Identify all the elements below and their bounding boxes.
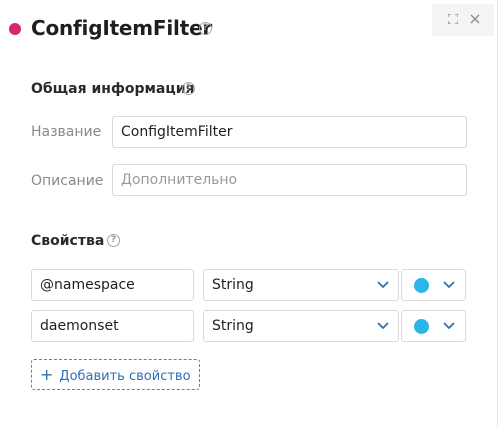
config-item-panel: ConfigItemFilter ? Общая информация ? На… <box>0 0 498 427</box>
chevron-down-icon <box>377 322 389 330</box>
property-type-value: String <box>212 318 254 334</box>
window-controls <box>432 4 494 36</box>
title-help-icon[interactable]: ? <box>199 22 212 35</box>
panel-header: ConfigItemFilter ? <box>0 0 498 58</box>
property-type-select[interactable]: String <box>203 310 399 342</box>
property-type-value: String <box>212 277 254 293</box>
properties-section-title: Свойства <box>31 233 105 249</box>
name-label: Название <box>31 124 102 140</box>
name-field[interactable] <box>112 116 467 148</box>
property-name-input[interactable]: @namespace <box>31 269 194 301</box>
description-field[interactable] <box>112 164 467 196</box>
properties-help-icon[interactable]: ? <box>107 234 120 247</box>
property-color-select[interactable] <box>401 310 466 342</box>
property-color-select[interactable] <box>401 269 466 301</box>
property-type-select[interactable]: String <box>203 269 399 301</box>
chevron-down-icon <box>443 322 455 330</box>
add-property-label: Добавить свойство <box>59 369 191 384</box>
plus-icon: + <box>40 365 54 384</box>
chevron-down-icon <box>377 281 389 289</box>
color-swatch <box>414 319 429 334</box>
general-section-title: Общая информация <box>31 81 195 97</box>
property-name-input[interactable]: daemonset <box>31 310 194 342</box>
general-help-icon[interactable]: ? <box>182 82 195 95</box>
page-title: ConfigItemFilter <box>31 16 213 40</box>
color-swatch <box>414 278 429 293</box>
chevron-down-icon <box>443 281 455 289</box>
description-label: Описание <box>31 173 104 189</box>
close-icon[interactable] <box>470 14 480 24</box>
add-property-button[interactable]: + Добавить свойство <box>31 359 200 390</box>
status-dot <box>9 23 21 35</box>
expand-icon[interactable] <box>448 14 458 24</box>
